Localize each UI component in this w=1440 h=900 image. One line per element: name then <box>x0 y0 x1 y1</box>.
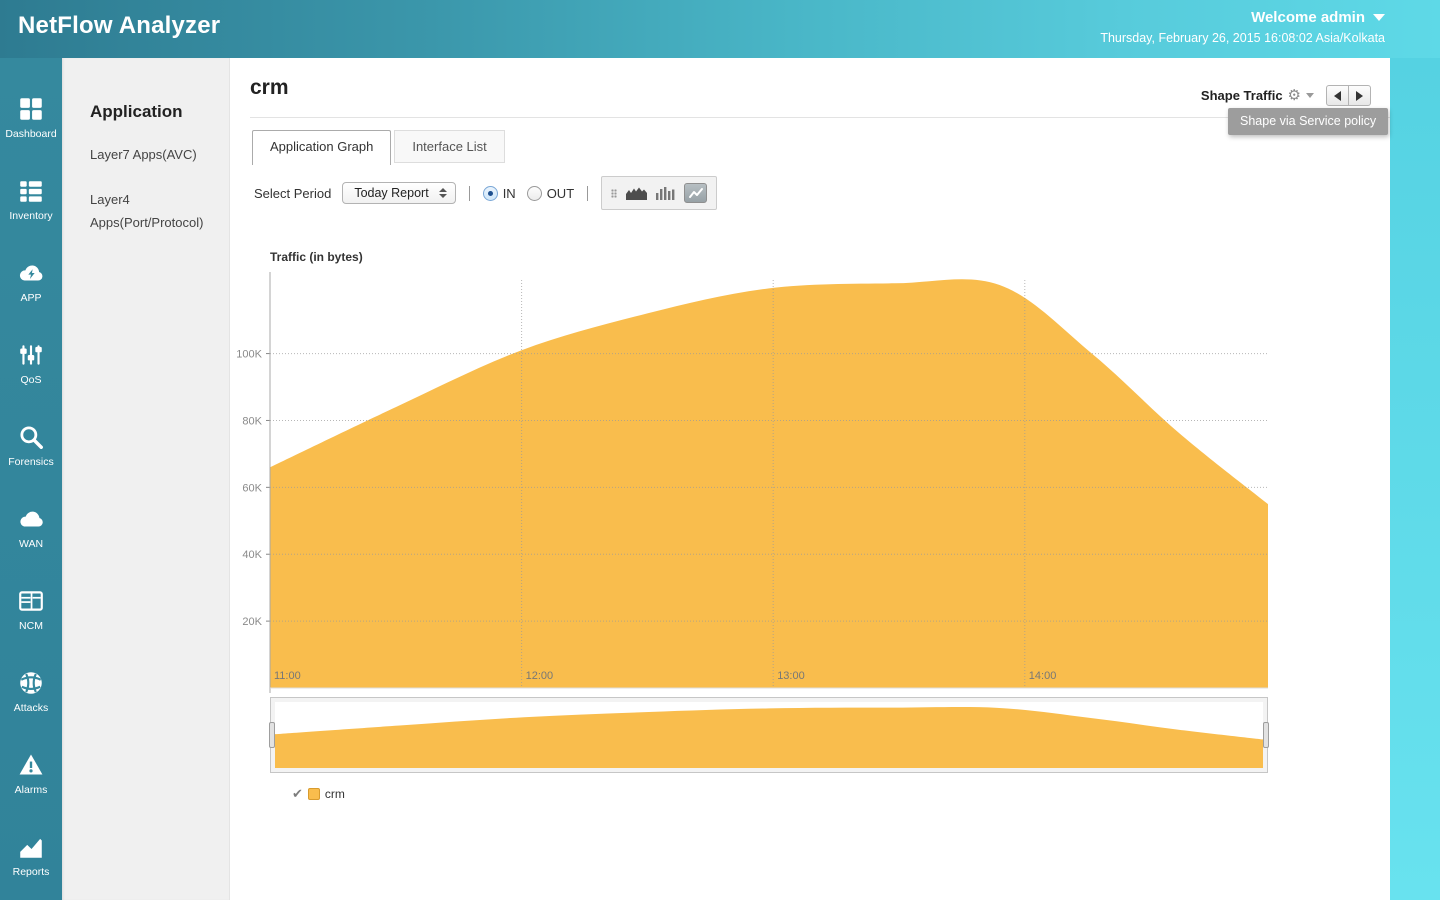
select-period-label: Select Period <box>254 185 332 201</box>
svg-text:80K: 80K <box>242 415 262 427</box>
sidebar-item-attacks[interactable]: Attacks <box>0 650 62 732</box>
check-icon: ✔ <box>292 786 303 801</box>
sidebar-item-label: Dashboard <box>5 127 57 140</box>
sidebar-item-alarms[interactable]: Alarms <box>0 732 62 814</box>
chart-navigator[interactable] <box>269 697 1269 773</box>
sidebar-item-layer4-apps[interactable]: Layer4 Apps(Port/Protocol) <box>90 189 215 235</box>
period-select-value: Today Report <box>354 186 429 200</box>
svg-text:11:00: 11:00 <box>274 670 301 682</box>
sidebar-item-wan[interactable]: WAN <box>0 486 62 568</box>
page-title: crm <box>250 76 289 99</box>
sidebar-item-dashboard[interactable]: Dashboard <box>0 76 62 158</box>
sidebar-item-reports[interactable]: Reports <box>0 814 62 896</box>
legend-swatch <box>307 788 320 800</box>
bar-chart-icon[interactable] <box>656 186 675 200</box>
sidebar-item-ncm[interactable]: NCM <box>0 568 62 650</box>
tab-interface-list[interactable]: Interface List <box>394 130 505 163</box>
alarms-warning-icon <box>19 753 43 774</box>
radio-out[interactable]: OUT <box>526 185 575 201</box>
sidebar-section-title: Application <box>90 102 183 121</box>
dashboard-icon <box>20 97 42 120</box>
sidebar-item-label: Alarms <box>14 783 48 796</box>
sidebar-item-layer7-apps[interactable]: Layer7 Apps(AVC) <box>90 144 215 167</box>
user-menu[interactable]: Welcome admin <box>1251 9 1385 26</box>
sidebar-item-inventory[interactable]: Inventory <box>0 158 62 240</box>
area-series-crm <box>270 279 1268 688</box>
radio-in-control[interactable] <box>482 185 498 201</box>
welcome-text: Welcome admin <box>1251 9 1365 26</box>
sidebar-item-label: WAN <box>18 537 44 550</box>
sidebar-item-label: Forensics <box>8 455 54 468</box>
sidebar-item-label: Reports <box>12 865 50 878</box>
area-chart-icon[interactable] <box>626 186 648 200</box>
navigator-area-series <box>275 707 1263 768</box>
svg-text:13:00: 13:00 <box>777 670 805 682</box>
sidebar-item-label: Attacks <box>13 701 49 714</box>
next-interface-button[interactable] <box>1348 85 1371 106</box>
radio-in-label: IN <box>502 185 516 201</box>
svg-text:12:00: 12:00 <box>526 670 554 682</box>
app-title: NetFlow Analyzer <box>18 12 221 39</box>
legend-item-crm[interactable]: ✔ crm <box>292 786 345 802</box>
attacks-globe-icon <box>20 671 42 694</box>
netflow-analyzer-app: NetFlow Analyzer Welcome admin Thursday,… <box>0 0 1440 900</box>
legend-label: crm <box>324 787 345 801</box>
sidebar-item-label: QoS <box>20 373 42 386</box>
chevron-down-icon <box>1373 14 1385 21</box>
sidebar-item-label: Inventory <box>9 209 53 222</box>
radio-in[interactable]: IN <box>482 185 516 201</box>
divider <box>468 185 470 201</box>
svg-text:60K: 60K <box>242 482 262 494</box>
shape-traffic-label: Shape Traffic <box>1200 88 1283 103</box>
sidebar-item-label: NCM <box>19 619 43 632</box>
arrow-left-icon <box>1334 90 1341 101</box>
select-stepper-icon <box>438 188 447 198</box>
period-select[interactable]: Today Report <box>342 182 456 204</box>
drag-grip-icon[interactable] <box>611 188 618 198</box>
forensics-search-icon <box>20 425 43 449</box>
divider <box>250 117 1390 118</box>
navigator-right-handle[interactable] <box>1263 722 1269 748</box>
svg-text:14:00: 14:00 <box>1029 670 1057 682</box>
sidebar-item-forensics[interactable]: Forensics <box>0 404 62 486</box>
shape-traffic-tooltip: Shape via Service policy <box>1228 108 1389 135</box>
caret-down-icon[interactable] <box>1306 93 1314 98</box>
line-chart-icon[interactable] <box>684 183 708 203</box>
reports-chart-icon <box>20 838 42 858</box>
primary-sidebar: Dashboard Inventory APP QoS Forensics WAN NCM A… <box>0 58 62 900</box>
wan-cloud-icon <box>20 511 43 527</box>
svg-text:40K: 40K <box>242 549 262 561</box>
background-strip <box>1390 58 1440 900</box>
svg-text:100K: 100K <box>236 349 262 361</box>
navigator-left-handle[interactable] <box>269 722 275 748</box>
divider <box>587 185 589 201</box>
sidebar-item-label: APP <box>20 291 42 304</box>
tab-application-graph[interactable]: Application Graph <box>252 130 392 165</box>
qos-sliders-icon <box>20 344 42 365</box>
sidebar-item-qos[interactable]: QoS <box>0 322 62 404</box>
secondary-sidebar: Application Layer7 Apps(AVC) Layer4 Apps… <box>62 58 230 900</box>
inventory-icon <box>20 180 42 202</box>
datetime-text: Thursday, February 26, 2015 16:08:02 Asi… <box>1100 31 1385 45</box>
main-content: crm Shape Traffic ⚙ Shape via Service po… <box>230 58 1390 900</box>
chart-type-toolbar <box>601 176 718 210</box>
traffic-area-chart: 20K 40K 60K 80K 100K 11:00 12:00 13:00 14:00 <box>236 272 1268 693</box>
arrow-right-icon <box>1356 90 1363 101</box>
navigator-area-chart <box>275 707 1263 768</box>
ncm-window-icon <box>19 590 43 611</box>
app-cloud-icon <box>19 264 43 281</box>
chart-title: Traffic (in bytes) <box>270 250 363 264</box>
svg-text:20K: 20K <box>242 616 262 628</box>
prev-interface-button[interactable] <box>1326 85 1349 106</box>
radio-out-label: OUT <box>546 185 575 201</box>
app-header: NetFlow Analyzer Welcome admin Thursday,… <box>0 0 1440 58</box>
gear-icon[interactable]: ⚙ <box>1288 88 1301 103</box>
radio-out-control[interactable] <box>526 185 542 201</box>
sidebar-item-app[interactable]: APP <box>0 240 62 322</box>
